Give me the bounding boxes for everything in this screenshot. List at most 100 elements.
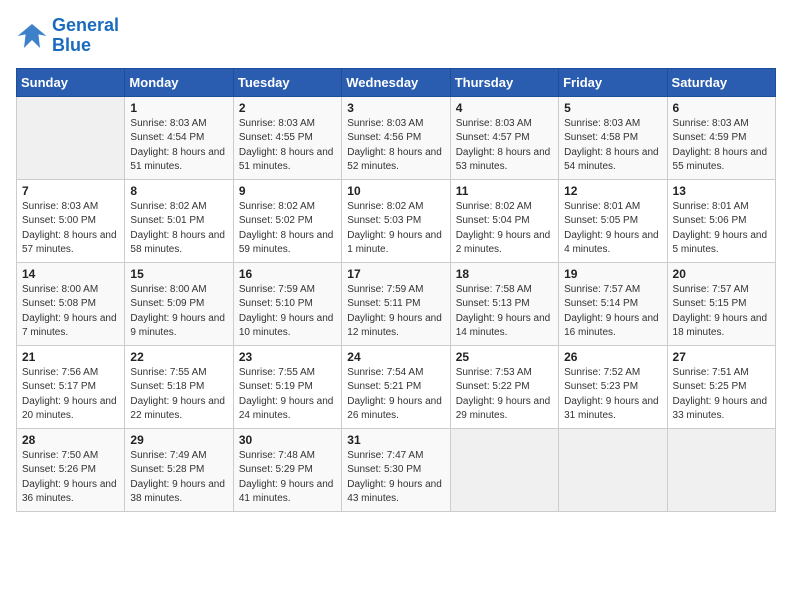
day-number: 28 xyxy=(22,433,119,447)
calendar-cell: 7 Sunrise: 8:03 AMSunset: 5:00 PMDaylight… xyxy=(17,179,125,262)
logo-bird-icon xyxy=(16,20,48,52)
cell-details: Sunrise: 7:48 AMSunset: 5:29 PMDaylight:… xyxy=(239,449,336,507)
cell-details: Sunrise: 7:51 AMSunset: 5:25 PMDaylight:… xyxy=(673,366,770,424)
day-number: 22 xyxy=(130,350,227,364)
day-number: 29 xyxy=(130,433,227,447)
cell-details: Sunrise: 7:47 AMSunset: 5:30 PMDaylight:… xyxy=(347,449,444,507)
calendar-cell xyxy=(667,428,775,511)
cell-details: Sunrise: 8:03 AMSunset: 4:58 PMDaylight:… xyxy=(564,117,661,175)
day-number: 14 xyxy=(22,267,119,281)
calendar-cell: 24 Sunrise: 7:54 AMSunset: 5:21 PMDayligh… xyxy=(342,345,450,428)
day-number: 11 xyxy=(456,184,553,198)
calendar-cell: 29 Sunrise: 7:49 AMSunset: 5:28 PMDayligh… xyxy=(125,428,233,511)
weekday-header-thursday: Thursday xyxy=(450,68,558,96)
cell-details: Sunrise: 8:03 AMSunset: 4:56 PMDaylight:… xyxy=(347,117,444,175)
calendar-cell xyxy=(450,428,558,511)
day-number: 27 xyxy=(673,350,770,364)
calendar-cell: 15 Sunrise: 8:00 AMSunset: 5:09 PMDayligh… xyxy=(125,262,233,345)
day-number: 31 xyxy=(347,433,444,447)
cell-details: Sunrise: 8:03 AMSunset: 4:59 PMDaylight:… xyxy=(673,117,770,175)
day-number: 12 xyxy=(564,184,661,198)
day-number: 30 xyxy=(239,433,336,447)
calendar-cell: 11 Sunrise: 8:02 AMSunset: 5:04 PMDayligh… xyxy=(450,179,558,262)
cell-details: Sunrise: 8:00 AMSunset: 5:08 PMDaylight:… xyxy=(22,283,119,341)
day-number: 2 xyxy=(239,101,336,115)
day-number: 23 xyxy=(239,350,336,364)
day-number: 1 xyxy=(130,101,227,115)
weekday-header-friday: Friday xyxy=(559,68,667,96)
weekday-header-sunday: Sunday xyxy=(17,68,125,96)
calendar-cell: 9 Sunrise: 8:02 AMSunset: 5:02 PMDaylight… xyxy=(233,179,341,262)
calendar-cell: 30 Sunrise: 7:48 AMSunset: 5:29 PMDayligh… xyxy=(233,428,341,511)
cell-details: Sunrise: 8:02 AMSunset: 5:04 PMDaylight:… xyxy=(456,200,553,258)
day-number: 17 xyxy=(347,267,444,281)
cell-details: Sunrise: 7:55 AMSunset: 5:18 PMDaylight:… xyxy=(130,366,227,424)
day-number: 24 xyxy=(347,350,444,364)
cell-details: Sunrise: 7:55 AMSunset: 5:19 PMDaylight:… xyxy=(239,366,336,424)
calendar-cell xyxy=(17,96,125,179)
calendar-cell: 21 Sunrise: 7:56 AMSunset: 5:17 PMDayligh… xyxy=(17,345,125,428)
calendar-cell: 1 Sunrise: 8:03 AMSunset: 4:54 PMDaylight… xyxy=(125,96,233,179)
cell-details: Sunrise: 7:57 AMSunset: 5:14 PMDaylight:… xyxy=(564,283,661,341)
day-number: 19 xyxy=(564,267,661,281)
calendar-cell: 26 Sunrise: 7:52 AMSunset: 5:23 PMDayligh… xyxy=(559,345,667,428)
calendar-cell: 27 Sunrise: 7:51 AMSunset: 5:25 PMDayligh… xyxy=(667,345,775,428)
day-number: 10 xyxy=(347,184,444,198)
calendar-cell: 10Sunrise: 8:02 AMSunset: 5:03 PMDayligh… xyxy=(342,179,450,262)
weekday-header-monday: Monday xyxy=(125,68,233,96)
calendar-cell: 18 Sunrise: 7:58 AMSunset: 5:13 PMDayligh… xyxy=(450,262,558,345)
calendar-cell: 19 Sunrise: 7:57 AMSunset: 5:14 PMDayligh… xyxy=(559,262,667,345)
day-number: 25 xyxy=(456,350,553,364)
cell-details: Sunrise: 7:54 AMSunset: 5:21 PMDaylight:… xyxy=(347,366,444,424)
cell-details: Sunrise: 7:59 AMSunset: 5:10 PMDaylight:… xyxy=(239,283,336,341)
cell-details: Sunrise: 7:56 AMSunset: 5:17 PMDaylight:… xyxy=(22,366,119,424)
day-number: 26 xyxy=(564,350,661,364)
calendar-cell: 22 Sunrise: 7:55 AMSunset: 5:18 PMDayligh… xyxy=(125,345,233,428)
calendar-cell: 12 Sunrise: 8:01 AMSunset: 5:05 PMDayligh… xyxy=(559,179,667,262)
calendar-cell: 3Sunrise: 8:03 AMSunset: 4:56 PMDaylight… xyxy=(342,96,450,179)
cell-details: Sunrise: 8:01 AMSunset: 5:05 PMDaylight:… xyxy=(564,200,661,258)
cell-details: Sunrise: 8:03 AMSunset: 4:55 PMDaylight:… xyxy=(239,117,336,175)
logo: GeneralBlue xyxy=(16,16,119,56)
cell-details: Sunrise: 8:00 AMSunset: 5:09 PMDaylight:… xyxy=(130,283,227,341)
calendar-cell: 28Sunrise: 7:50 AMSunset: 5:26 PMDayligh… xyxy=(17,428,125,511)
day-number: 4 xyxy=(456,101,553,115)
day-number: 5 xyxy=(564,101,661,115)
cell-details: Sunrise: 8:02 AMSunset: 5:01 PMDaylight:… xyxy=(130,200,227,258)
day-number: 6 xyxy=(673,101,770,115)
cell-details: Sunrise: 8:03 AMSunset: 4:54 PMDaylight:… xyxy=(130,117,227,175)
day-number: 13 xyxy=(673,184,770,198)
cell-details: Sunrise: 8:03 AMSunset: 5:00 PMDaylight:… xyxy=(22,200,119,258)
calendar-cell: 17 Sunrise: 7:59 AMSunset: 5:11 PMDayligh… xyxy=(342,262,450,345)
calendar-cell: 8 Sunrise: 8:02 AMSunset: 5:01 PMDaylight… xyxy=(125,179,233,262)
calendar-cell: 5 Sunrise: 8:03 AMSunset: 4:58 PMDaylight… xyxy=(559,96,667,179)
weekday-header-tuesday: Tuesday xyxy=(233,68,341,96)
day-number: 18 xyxy=(456,267,553,281)
calendar-cell: 13 Sunrise: 8:01 AMSunset: 5:06 PMDayligh… xyxy=(667,179,775,262)
cell-details: Sunrise: 7:59 AMSunset: 5:11 PMDaylight:… xyxy=(347,283,444,341)
weekday-header-saturday: Saturday xyxy=(667,68,775,96)
day-number: 21 xyxy=(22,350,119,364)
weekday-header-wednesday: Wednesday xyxy=(342,68,450,96)
calendar-cell: 4 Sunrise: 8:03 AMSunset: 4:57 PMDaylight… xyxy=(450,96,558,179)
calendar-cell xyxy=(559,428,667,511)
cell-details: Sunrise: 7:49 AMSunset: 5:28 PMDaylight:… xyxy=(130,449,227,507)
calendar-cell: 20 Sunrise: 7:57 AMSunset: 5:15 PMDayligh… xyxy=(667,262,775,345)
day-number: 16 xyxy=(239,267,336,281)
day-number: 8 xyxy=(130,184,227,198)
day-number: 7 xyxy=(22,184,119,198)
day-number: 15 xyxy=(130,267,227,281)
day-number: 9 xyxy=(239,184,336,198)
logo-text: GeneralBlue xyxy=(52,16,119,56)
page-header: GeneralBlue xyxy=(16,16,776,56)
cell-details: Sunrise: 8:01 AMSunset: 5:06 PMDaylight:… xyxy=(673,200,770,258)
calendar-cell: 31 Sunrise: 7:47 AMSunset: 5:30 PMDayligh… xyxy=(342,428,450,511)
cell-details: Sunrise: 8:03 AMSunset: 4:57 PMDaylight:… xyxy=(456,117,553,175)
cell-details: Sunrise: 7:52 AMSunset: 5:23 PMDaylight:… xyxy=(564,366,661,424)
cell-details: Sunrise: 7:57 AMSunset: 5:15 PMDaylight:… xyxy=(673,283,770,341)
day-number: 20 xyxy=(673,267,770,281)
cell-details: Sunrise: 7:53 AMSunset: 5:22 PMDaylight:… xyxy=(456,366,553,424)
calendar-cell: 23 Sunrise: 7:55 AMSunset: 5:19 PMDayligh… xyxy=(233,345,341,428)
cell-details: Sunrise: 8:02 AMSunset: 5:02 PMDaylight:… xyxy=(239,200,336,258)
cell-details: Sunrise: 7:58 AMSunset: 5:13 PMDaylight:… xyxy=(456,283,553,341)
